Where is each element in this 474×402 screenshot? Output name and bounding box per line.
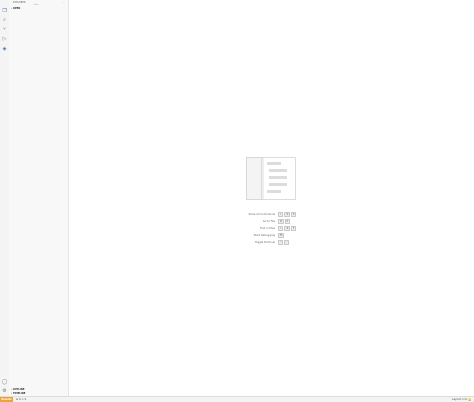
shortcut-row: Show All Commands ⇧ ⌘ P — [226, 211, 306, 218]
shortcut-row: Find in Files ⇧ ⌘ F — [226, 225, 306, 232]
settings-gear-icon[interactable]: ⚙ — [2, 389, 7, 394]
keycap: F — [291, 226, 297, 231]
shortcut-row: Go to File ⌘ P — [226, 218, 306, 225]
search-icon[interactable]: ⌕ — [2, 18, 7, 23]
sidebar-title: EXPLORER — [13, 1, 26, 4]
timeline-header[interactable]: › TIMELINE — [11, 392, 25, 395]
shortcut-row: Start Debugging F5 — [226, 232, 306, 239]
keycap: ⇧ — [278, 226, 284, 231]
shortcut-hints: Show All Commands ⇧ ⌘ P Go to File ⌘ P F… — [226, 211, 306, 246]
status-bar: Remote ⊗ 0 ⚠ 0 Layout: U.S. 🔔 — [0, 396, 474, 402]
keycap: ⌃ — [278, 240, 284, 245]
keycap: ` — [284, 240, 290, 245]
keycap: ⌘ — [284, 226, 291, 231]
sidebar: EXPLORER ··· › OPEN filter › OUTLINE › T… — [9, 0, 69, 396]
keycap: ⌘ — [278, 219, 284, 224]
keyboard-layout-status[interactable]: Layout: U.S. — [452, 397, 468, 402]
source-control-icon[interactable]: ⑂ — [2, 27, 7, 32]
keycap: P — [284, 219, 290, 224]
sidebar-filter-input[interactable]: filter — [34, 4, 64, 8]
account-icon[interactable]: ◯ — [2, 380, 8, 385]
shortcut-label: Find in Files — [259, 227, 275, 230]
keycap: ⇧ — [278, 212, 284, 217]
keycap: F5 — [278, 233, 285, 238]
remote-indicator-button[interactable]: Remote — [0, 397, 13, 402]
shortcut-label: Go to File — [262, 220, 275, 223]
shortcut-row: Toggle Terminal ⌃ ` — [226, 239, 306, 246]
problems-status[interactable]: ⊗ 0 ⚠ 0 — [16, 397, 26, 402]
explorer-icon[interactable]: ❐ — [2, 9, 7, 14]
run-debug-icon[interactable]: ▷ — [2, 37, 7, 42]
shortcut-label: Show All Commands — [248, 213, 275, 216]
editor-watermark-logo — [246, 157, 296, 200]
keycap: ⌘ — [284, 212, 291, 217]
open-editors-header[interactable]: › OPEN — [11, 7, 20, 10]
shortcut-label: Start Debugging — [253, 234, 275, 237]
outline-header[interactable]: › OUTLINE — [11, 388, 24, 391]
notifications-bell-icon[interactable]: 🔔 — [468, 397, 471, 402]
shortcut-label: Toggle Terminal — [254, 241, 275, 244]
keycap: P — [291, 212, 297, 217]
extensions-icon[interactable]: ◈ — [2, 47, 7, 52]
